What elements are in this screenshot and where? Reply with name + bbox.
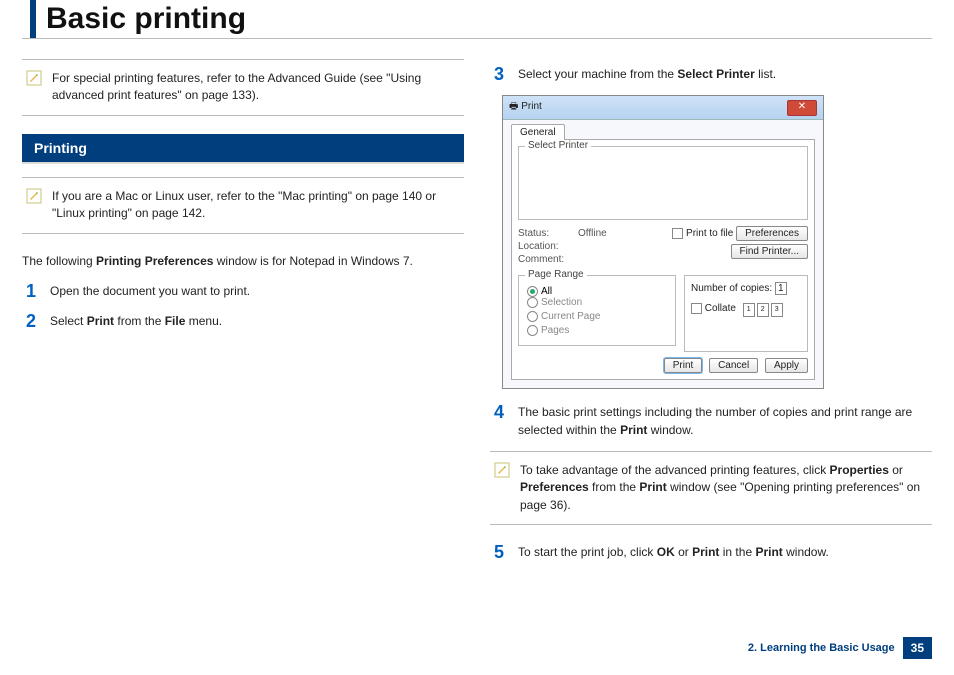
page-footer: 2. Learning the Basic Usage 35 <box>748 637 932 659</box>
label-print-to-file: Print to file <box>686 228 733 239</box>
step-text: The basic print settings including the n… <box>518 403 932 439</box>
radio-all[interactable]: All <box>527 286 552 297</box>
note-text: If you are a Mac or Linux user, refer to… <box>52 188 460 223</box>
note-text: For special printing features, refer to … <box>52 70 460 105</box>
printer-icon: 🖶 Print <box>509 99 542 116</box>
page-number: 35 <box>903 637 932 659</box>
radio-pages[interactable]: Pages <box>527 325 569 336</box>
step-4: 4 The basic print settings including the… <box>490 403 932 439</box>
close-button[interactable]: ✕ <box>787 100 817 116</box>
note-text: To take advantage of the advanced printi… <box>520 462 928 514</box>
step-text: Select your machine from the Select Prin… <box>518 65 932 83</box>
tab-general[interactable]: General <box>511 124 565 140</box>
text: The following <box>22 254 96 268</box>
group-page-range: Page Range <box>525 269 587 280</box>
checkbox-collate[interactable] <box>691 303 702 314</box>
step-number: 3 <box>490 65 504 83</box>
copies-input[interactable]: 1 <box>775 282 787 295</box>
note-advanced-guide: For special printing features, refer to … <box>22 59 464 116</box>
note-advanced-properties: To take advantage of the advanced printi… <box>490 451 932 525</box>
label-status: Status: <box>518 228 570 239</box>
step-text: Open the document you want to print. <box>50 282 464 300</box>
chapter-label: 2. Learning the Basic Usage <box>748 642 895 654</box>
title-accent <box>30 0 36 38</box>
text: window is for Notepad in Windows 7. <box>213 254 412 268</box>
page-title: Basic printing <box>46 2 246 36</box>
section-header-printing: Printing <box>22 134 464 163</box>
intro-paragraph: The following Printing Preferences windo… <box>22 252 464 270</box>
pencil-icon <box>494 462 510 478</box>
pencil-icon <box>26 188 42 204</box>
preferences-button[interactable]: Preferences <box>736 226 808 241</box>
label-collate: Collate <box>705 303 736 314</box>
radio-selection[interactable]: Selection <box>527 297 582 308</box>
pencil-icon <box>26 70 42 86</box>
step-text: Select Print from the File menu. <box>50 312 464 330</box>
radio-current-page[interactable]: Current Page <box>527 311 600 322</box>
text-bold: Printing Preferences <box>96 254 213 268</box>
step-2: 2 Select Print from the File menu. <box>22 312 464 330</box>
page-title-bar: Basic printing <box>22 0 932 39</box>
value-status: Offline <box>578 228 607 239</box>
label-comment: Comment: <box>518 254 570 265</box>
step-number: 2 <box>22 312 36 330</box>
step-1: 1 Open the document you want to print. <box>22 282 464 300</box>
step-number: 5 <box>490 543 504 561</box>
cancel-button[interactable]: Cancel <box>709 358 758 373</box>
note-mac-linux: If you are a Mac or Linux user, refer to… <box>22 177 464 234</box>
step-number: 4 <box>490 403 504 421</box>
label-copies: Number of copies: <box>691 283 772 294</box>
print-button[interactable]: Print <box>664 358 703 373</box>
step-5: 5 To start the print job, click OK or Pr… <box>490 543 932 561</box>
label-location: Location: <box>518 241 570 252</box>
apply-button[interactable]: Apply <box>765 358 808 373</box>
find-printer-button[interactable]: Find Printer... <box>731 244 808 259</box>
collate-icon: 123 <box>743 303 783 317</box>
group-select-printer: Select Printer <box>525 140 591 151</box>
checkbox-print-to-file[interactable] <box>672 228 683 239</box>
print-dialog: 🖶 Print ✕ General Select Printer Status:… <box>502 95 824 389</box>
step-3: 3 Select your machine from the Select Pr… <box>490 65 932 83</box>
dialog-titlebar: 🖶 Print ✕ <box>503 96 823 120</box>
step-text: To start the print job, click OK or Prin… <box>518 543 932 561</box>
step-number: 1 <box>22 282 36 300</box>
dialog-title: Print <box>521 101 542 112</box>
